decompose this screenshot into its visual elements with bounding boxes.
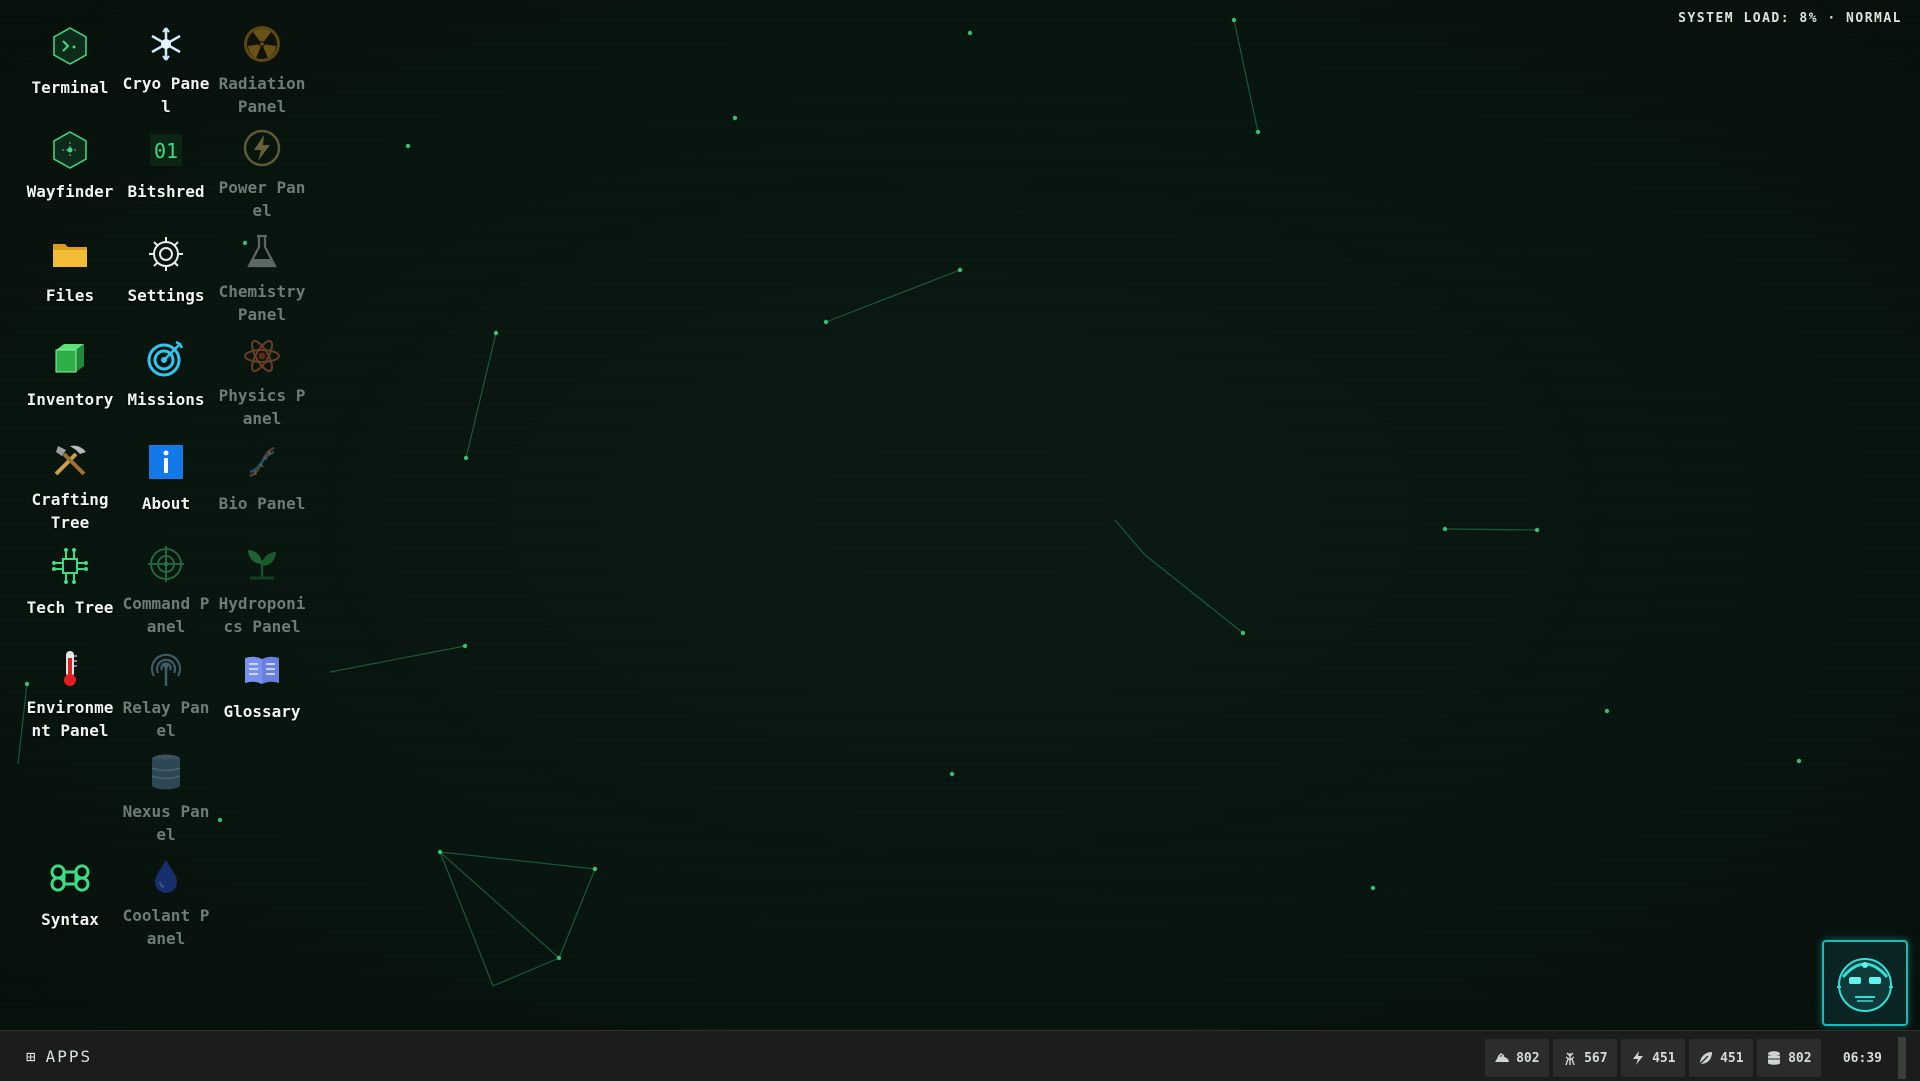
svg-text:01: 01 (154, 139, 178, 163)
ore-icon (1495, 1053, 1510, 1062)
taskbar: ⊞ APPS 802 567 451 451 802 06:39 (0, 1030, 1920, 1081)
apps-button[interactable]: ⊞ APPS (26, 1047, 92, 1066)
book-icon (240, 648, 284, 692)
lightning-icon (240, 128, 284, 168)
desktop-icon-label: Glossary (223, 702, 301, 721)
stat-ore-value: 802 (1516, 1050, 1540, 1066)
command-key-icon (48, 856, 92, 900)
atom-icon (240, 336, 284, 376)
stat-biomass-value: 451 (1720, 1050, 1744, 1066)
binary-icon: 01 (144, 128, 188, 172)
terminal-icon (48, 24, 92, 68)
compass-hex-icon (48, 128, 92, 172)
system-tray: 802 567 451 451 802 06:39 (1484, 1037, 1906, 1079)
snowflake-icon (144, 24, 188, 64)
desktop-icon-chemistry-panel[interactable]: Chemistry Panel (214, 208, 310, 324)
crosshair-icon (144, 544, 188, 584)
desktop-icon-settings[interactable]: Settings (118, 208, 214, 312)
folder-icon (48, 232, 92, 276)
dna-icon (240, 440, 284, 484)
desktop-icon-label: Inventory (26, 390, 114, 409)
desktop-icon-wayfinder[interactable]: Wayfinder (22, 104, 118, 208)
stat-crop-value: 567 (1584, 1050, 1608, 1066)
target-icon (144, 336, 188, 380)
flask-icon (240, 232, 284, 272)
desktop-icon-nexus-panel[interactable]: Nexus Panel (118, 728, 214, 844)
desktop: SYSTEM LOAD: 8% · NORMAL Terminal Cryo Pa… (0, 0, 1920, 1030)
plant-icon (240, 544, 284, 584)
desktop-icon-label: Wayfinder (26, 182, 114, 201)
database-icon (144, 752, 188, 792)
desktop-icon-label: About (141, 494, 191, 513)
desktop-icon-bio-panel[interactable]: Bio Panel (214, 416, 310, 520)
desktop-icon-coolant-panel[interactable]: Coolant Panel (118, 832, 214, 948)
desktop-icon-label: Missions (127, 390, 205, 409)
desktop-icon-label: Environment Panel (26, 698, 114, 740)
stat-energy-value: 451 (1652, 1050, 1676, 1066)
desktop-icon-tech-tree[interactable]: Tech Tree (22, 520, 118, 624)
desktop-icon-inventory[interactable]: Inventory (22, 312, 118, 416)
desktop-icon-label: Terminal (31, 78, 109, 97)
desktop-icon-label: Tech Tree (26, 598, 114, 617)
circuit-icon (48, 544, 92, 588)
radiation-icon (240, 24, 284, 64)
leaf-icon (1699, 1052, 1713, 1065)
desktop-icon-label: Coolant Panel (122, 906, 210, 948)
desktop-icon-radiation-panel[interactable]: Radiation Panel (214, 0, 310, 116)
desktop-icon-relay-panel[interactable]: Relay Panel (118, 624, 214, 740)
desktop-icon-command-panel[interactable]: Command Panel (118, 520, 214, 636)
desktop-icon-label: Settings (127, 286, 205, 305)
stat-energy[interactable]: 451 (1620, 1039, 1685, 1077)
robot-head-icon (1837, 958, 1893, 1012)
thermometer-icon (48, 648, 92, 688)
apps-button-label: APPS (45, 1046, 93, 1066)
desktop-icon-terminal[interactable]: Terminal (22, 0, 118, 104)
stat-data-value: 802 (1788, 1050, 1812, 1066)
desktop-icon-label: Syntax (41, 910, 99, 929)
desktop-icon-files[interactable]: Files (22, 208, 118, 312)
droplet-icon (144, 856, 188, 896)
storage-icon (1768, 1051, 1781, 1065)
desktop-icon-glossary[interactable]: Glossary (214, 624, 310, 728)
desktop-icon-bitshred[interactable]: 01 Bitshred (118, 104, 214, 208)
antenna-icon (144, 648, 188, 688)
stat-crop[interactable]: 567 (1552, 1039, 1617, 1077)
stat-ore[interactable]: 802 (1484, 1039, 1549, 1077)
cube-icon (48, 336, 92, 380)
wheat-icon (1565, 1052, 1575, 1066)
ai-assistant-avatar[interactable] (1822, 940, 1908, 1026)
stat-data[interactable]: 802 (1756, 1039, 1821, 1077)
tools-icon (48, 440, 92, 480)
desktop-icon-about[interactable]: About (118, 416, 214, 520)
desktop-icon-label: Files (45, 286, 95, 305)
system-load-indicator: SYSTEM LOAD: 8% · NORMAL (1678, 11, 1902, 26)
desktop-icon-physics-panel[interactable]: Physics Panel (214, 312, 310, 428)
stat-biomass[interactable]: 451 (1688, 1039, 1753, 1077)
desktop-icon-label: Bio Panel (218, 494, 306, 513)
desktop-icon-missions[interactable]: Missions (118, 312, 214, 416)
show-desktop-button[interactable] (1898, 1037, 1906, 1079)
desktop-icon-crafting-tree[interactable]: Crafting Tree (22, 416, 118, 532)
desktop-icon-label: Bitshred (127, 182, 205, 201)
desktop-icon-syntax[interactable]: Syntax (22, 832, 118, 936)
desktop-icon-hydroponics-panel[interactable]: Hydroponics Panel (214, 520, 310, 636)
bolt-icon (1633, 1051, 1644, 1065)
desktop-icon-environment-panel[interactable]: Environment Panel (22, 624, 118, 740)
gear-icon (144, 232, 188, 276)
info-icon (144, 440, 188, 484)
desktop-icon-cryo-panel[interactable]: Cryo Panel (118, 0, 214, 116)
grid-icon: ⊞ (26, 1046, 38, 1066)
desktop-icon-power-panel[interactable]: Power Panel (214, 104, 310, 220)
taskbar-clock: 06:39 (1842, 1050, 1882, 1066)
